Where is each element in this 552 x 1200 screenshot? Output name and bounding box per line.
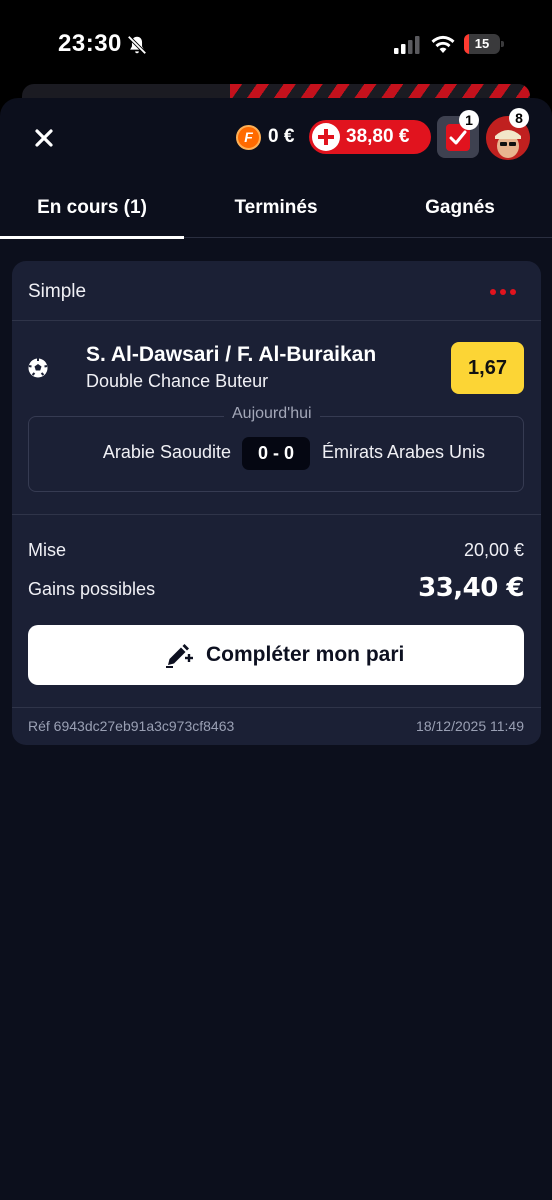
- home-team: Arabie Saoudite: [102, 442, 231, 462]
- soccer-ball-icon: [28, 358, 48, 378]
- tab-gagnes[interactable]: Gagnés: [368, 182, 552, 238]
- away-team: Émirats Arabes Unis: [322, 442, 486, 462]
- bet-type-label: Simple: [28, 281, 87, 302]
- battery-level: 15: [474, 36, 490, 51]
- wifi-icon: [431, 35, 455, 53]
- notifications-badge: 8: [509, 108, 529, 128]
- betslip-count-badge: 1: [459, 110, 479, 130]
- freebet-amount[interactable]: 0 €: [268, 126, 294, 148]
- bet-card: Simple S. Al-Dawsari / F. Al-Buraikan Do…: [12, 261, 541, 745]
- bet-status-tabs: En cours (1) Terminés Gagnés: [0, 182, 552, 239]
- betslip-button[interactable]: 1: [437, 110, 479, 158]
- market-name: Double Chance Buteur: [86, 371, 269, 391]
- odds-badge[interactable]: 1,67: [451, 342, 524, 394]
- status-time: 23:30: [58, 30, 122, 57]
- divider: [12, 707, 541, 708]
- bell-slash-icon: [127, 35, 147, 55]
- complete-bet-label: Compléter mon pari: [206, 643, 405, 666]
- balance-amount: 38,80 €: [346, 126, 410, 147]
- divider: [12, 320, 541, 321]
- potential-gains-value: 33,40 €: [418, 573, 524, 603]
- pencil-plus-icon: [166, 644, 193, 668]
- tab-en-cours[interactable]: En cours (1): [0, 182, 184, 239]
- stake-label: Mise: [28, 540, 67, 560]
- plus-icon[interactable]: [312, 123, 340, 151]
- potential-gains-label: Gains possibles: [28, 579, 156, 599]
- close-icon[interactable]: [28, 122, 60, 154]
- match-score: 0 - 0: [242, 437, 310, 470]
- balance-deposit-button[interactable]: 38,80 €: [309, 120, 431, 154]
- signal-icon: [394, 36, 420, 54]
- divider: [12, 514, 541, 515]
- match-date: Aujourd'hui: [224, 405, 320, 423]
- selection-title: S. Al-Dawsari / F. Al-Buraikan: [86, 343, 377, 366]
- status-bar: 23:30 15: [0, 0, 552, 90]
- freebet-coin-icon[interactable]: F: [236, 125, 261, 150]
- stake-value: 20,00 €: [463, 540, 524, 560]
- battery-indicator: 15: [464, 34, 504, 54]
- bet-placed-date: 18/12/2025 11:49: [416, 718, 524, 734]
- complete-bet-button[interactable]: Compléter mon pari: [28, 625, 524, 685]
- more-dots-icon[interactable]: [490, 287, 520, 297]
- bet-reference: Réf 6943dc27eb91a3c973cf8463: [28, 718, 235, 734]
- tab-termines[interactable]: Terminés: [184, 182, 368, 238]
